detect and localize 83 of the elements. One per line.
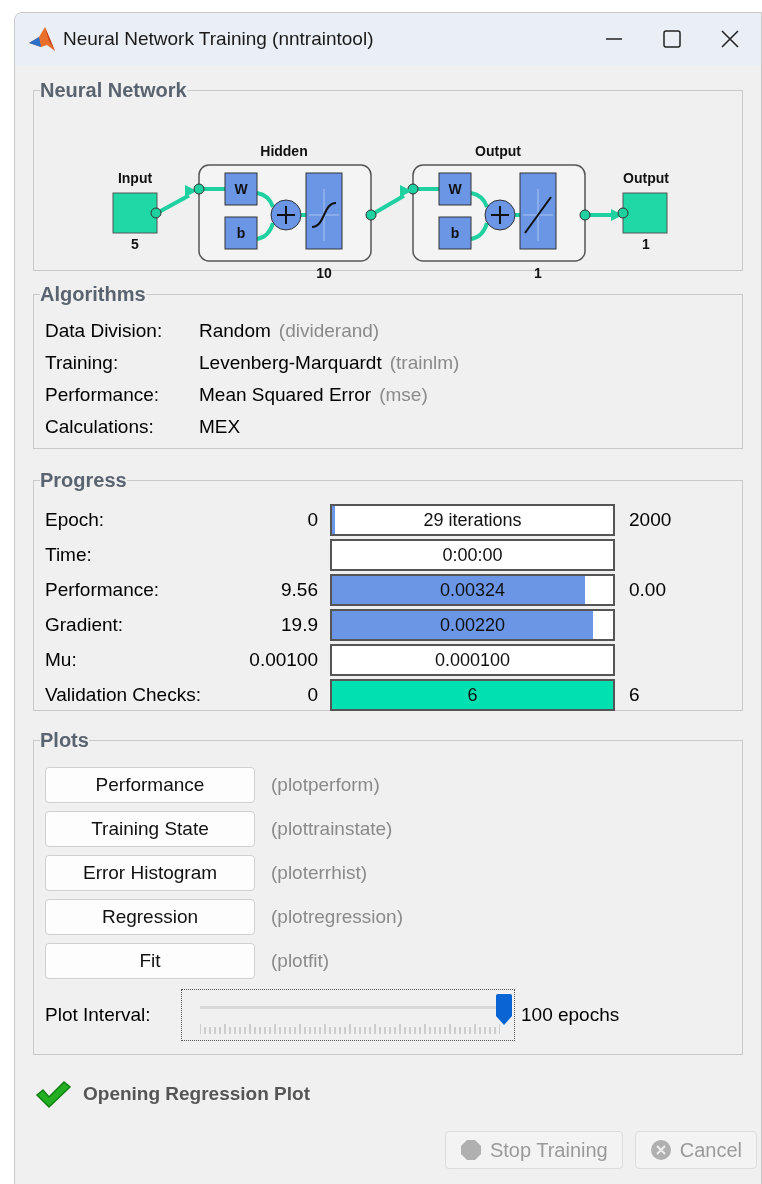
function-name: (plotregression) [271, 904, 403, 929]
weight-block [438, 172, 472, 206]
meter-reading: 0.00324 [439, 578, 506, 602]
plot-interval-reading: 100 epochs [521, 1002, 620, 1027]
meter-reading: 0:00:00 [442, 543, 503, 567]
close-icon[interactable] [721, 30, 739, 48]
field-label: Training: [45, 351, 120, 375]
bias-label: b [236, 225, 246, 241]
plot-button[interactable]: Fit [45, 943, 255, 979]
plot-interval-label: Plot Interval: [45, 1002, 152, 1027]
plot-button[interactable]: Training State [45, 811, 255, 847]
input-size: 5 [131, 236, 139, 252]
slider-thumb[interactable] [495, 994, 513, 1026]
field-value: Mean Squared Error [199, 383, 372, 407]
field-label: Performance: [45, 383, 161, 407]
meter-reading: 29 iterations [423, 508, 522, 532]
plot-interval-slider[interactable] [181, 989, 515, 1041]
connector-node [617, 207, 629, 219]
output-size: 1 [642, 236, 650, 252]
input-node [112, 192, 158, 234]
sum-icon [484, 199, 516, 231]
meter-reading: 6 [467, 683, 478, 707]
field-value: Random [199, 319, 271, 343]
field-label: Data Division: [45, 319, 164, 343]
panel-title: Progress [40, 468, 127, 493]
maximize-icon[interactable] [663, 30, 681, 48]
connector-node [193, 183, 205, 195]
meter-start: 0.00100 [248, 647, 319, 672]
checkmark-icon [35, 1079, 71, 1109]
meter-label: Epoch: [45, 507, 106, 532]
connector-node [579, 209, 591, 221]
panel-title: Neural Network [40, 78, 187, 103]
plot-button[interactable]: Performance [45, 767, 255, 803]
meter-label: Validation Checks: [45, 682, 202, 707]
cancel-icon [649, 1139, 672, 1161]
layer-size: 1 [534, 265, 542, 281]
meter-label: Performance: [45, 577, 161, 602]
meter-start: 9.56 [280, 577, 319, 602]
layer-title: Output [475, 143, 521, 159]
input-label: Input [117, 170, 153, 186]
bias-label: b [450, 225, 460, 241]
meter-start: 0 [306, 682, 319, 707]
connector-node [150, 207, 162, 219]
panel-title: Plots [40, 728, 89, 753]
status-message: Opening Regression Plot [83, 1081, 310, 1106]
function-name: (plotperform) [271, 772, 380, 797]
app-icon [27, 25, 57, 53]
plot-button[interactable]: Regression [45, 899, 255, 935]
function-name: (ploterrhist) [271, 860, 368, 885]
layer-size: 10 [316, 265, 332, 281]
function-name: (plottrainstate) [271, 816, 393, 841]
panel-title: Algorithms [40, 282, 146, 307]
function-name: (mse) [379, 383, 428, 407]
connector-node [407, 183, 419, 195]
function-name: (dividerand) [278, 319, 380, 343]
output-node [622, 192, 668, 234]
meter-label: Mu: [45, 647, 78, 672]
sum-icon [270, 199, 302, 231]
layer-title: Hidden [260, 143, 308, 159]
bias-block [224, 216, 258, 250]
field-value: MEX [199, 415, 241, 439]
weight-label: W [448, 181, 462, 197]
connector-node [365, 209, 377, 221]
meter-start: 0 [306, 507, 319, 532]
output-label: Output [623, 170, 669, 186]
meter-end: 6 [629, 682, 640, 707]
weight-label: W [234, 181, 248, 197]
meter-label: Gradient: [45, 612, 125, 637]
meter-start: 19.9 [280, 612, 319, 637]
meter-reading: 0.00220 [439, 613, 506, 637]
bias-block [438, 216, 472, 250]
field-label: Calculations: [45, 415, 155, 439]
function-name: (trainlm) [389, 351, 460, 375]
window-title: Neural Network Training (nntraintool) [63, 26, 374, 51]
meter-end: 0.00 [629, 577, 666, 602]
field-value: Levenberg-Marquardt [199, 351, 382, 375]
function-name: (plotfit) [271, 948, 330, 973]
stop-icon [459, 1139, 482, 1161]
weight-block [224, 172, 258, 206]
meter-reading: 0.000100 [434, 648, 511, 672]
meter-label: Time: [45, 542, 93, 567]
meter-end: 2000 [629, 507, 672, 532]
plot-button[interactable]: Error Histogram [45, 855, 255, 891]
